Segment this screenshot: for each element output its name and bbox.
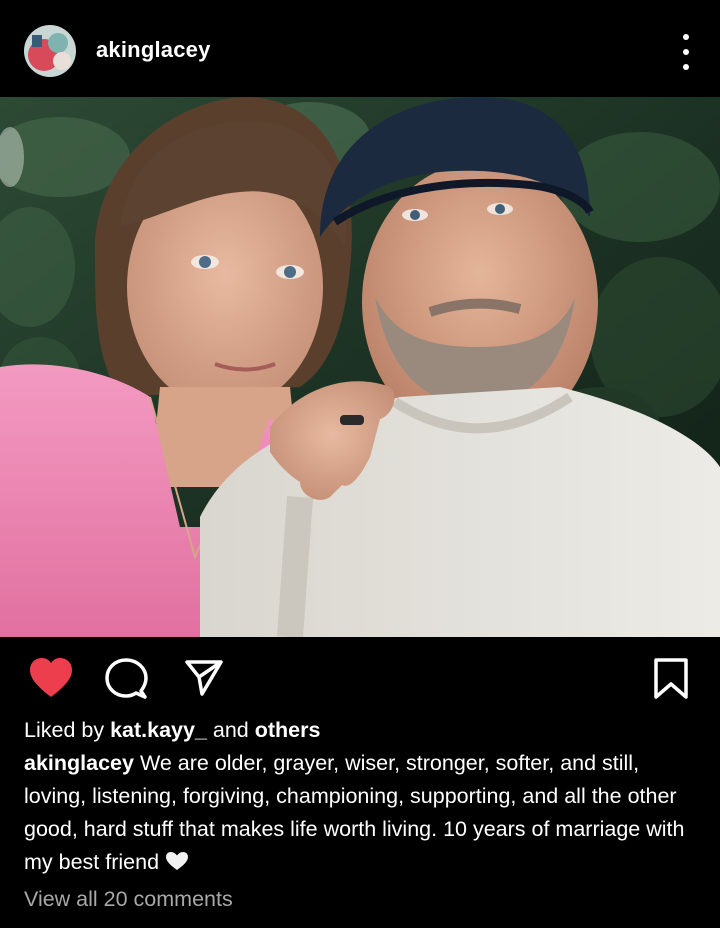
paper-plane-icon[interactable] xyxy=(184,657,224,697)
comment-bubble-icon[interactable] xyxy=(104,657,150,703)
bookmark-icon[interactable] xyxy=(650,657,692,701)
action-bar xyxy=(0,637,720,717)
like-heart-icon[interactable] xyxy=(28,657,74,699)
likes-prefix: Liked by xyxy=(24,718,111,742)
post-header: akinglacey xyxy=(0,0,720,97)
avatar[interactable] xyxy=(24,24,76,77)
caption-username-link[interactable]: akinglacey xyxy=(24,751,134,775)
likes-middle: and xyxy=(206,718,255,742)
instagram-post: akinglacey Liked by kat.kayy_ and others… xyxy=(0,0,720,928)
white-heart-icon xyxy=(165,848,189,870)
post-username[interactable]: akinglacey xyxy=(96,37,211,63)
more-options-icon[interactable] xyxy=(678,34,694,70)
likes-line: Liked by kat.kayy_ and others xyxy=(24,714,704,747)
liked-by-user-link[interactable]: kat.kayy_ xyxy=(110,718,207,742)
likes-others-link[interactable]: others xyxy=(255,718,321,742)
post-meta: Liked by kat.kayy_ and others akinglacey… xyxy=(24,714,704,916)
caption: akinglacey We are older, grayer, wiser, … xyxy=(24,747,704,879)
post-photo[interactable] xyxy=(0,97,720,637)
view-all-comments-link[interactable]: View all 20 comments xyxy=(24,883,233,916)
